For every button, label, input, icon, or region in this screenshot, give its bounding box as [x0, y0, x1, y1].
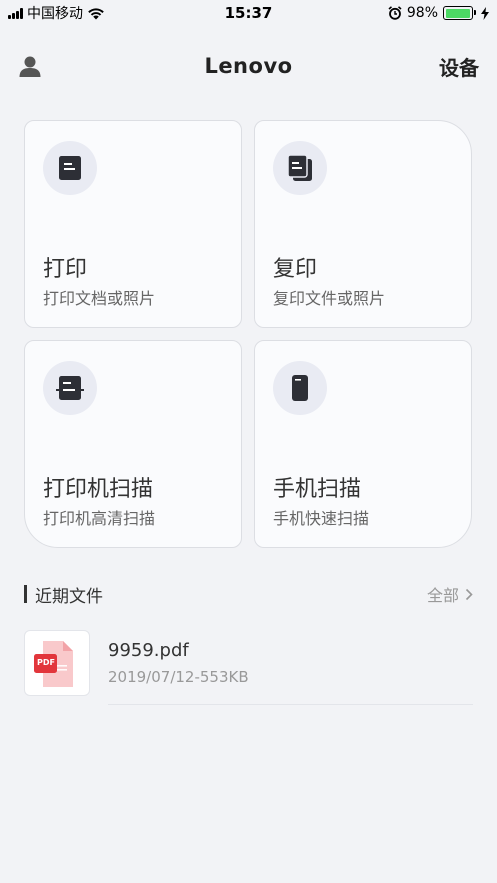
card-copy[interactable]: 复印 复印文件或照片	[254, 120, 472, 328]
card-subtitle: 手机快速扫描	[273, 509, 370, 528]
recent-files-label: 近期文件	[35, 586, 103, 607]
card-printer-scan[interactable]: 打印机扫描 打印机高清扫描	[24, 340, 242, 548]
recent-files-title: 近期文件	[24, 582, 103, 607]
battery-icon	[443, 6, 476, 20]
icon-circle	[273, 361, 327, 415]
icon-circle	[43, 141, 97, 195]
app-title: Lenovo	[204, 54, 293, 78]
status-left: 中国移动	[8, 3, 105, 23]
card-title: 打印	[43, 257, 88, 282]
file-name: 9959.pdf	[108, 640, 189, 661]
function-cards: 打印 打印文档或照片 复印 复印文件或照片 打印机扫描 打印机高清扫描 手机扫描…	[24, 120, 472, 548]
status-bar: 中国移动 15:37 98%	[0, 0, 497, 26]
document-print-icon	[59, 156, 81, 180]
section-accent-bar	[24, 585, 27, 603]
card-title: 手机扫描	[273, 477, 362, 502]
view-all-label: 全部	[426, 586, 459, 605]
copy-icon	[287, 154, 312, 181]
app-header: Lenovo 设备	[0, 44, 497, 88]
card-title: 复印	[273, 257, 318, 282]
card-subtitle: 打印文档或照片	[43, 289, 156, 308]
file-meta: 2019/07/12-553KB	[108, 668, 249, 686]
devices-button[interactable]: 设备	[439, 52, 479, 81]
view-all-button[interactable]: 全部	[427, 582, 473, 606]
card-title: 打印机扫描	[43, 477, 154, 502]
icon-circle	[273, 141, 327, 195]
card-subtitle: 打印机高清扫描	[43, 509, 156, 528]
user-icon[interactable]	[18, 54, 42, 78]
divider	[108, 704, 473, 705]
phone-scan-icon	[292, 375, 308, 401]
icon-circle	[43, 361, 97, 415]
charging-icon	[481, 6, 489, 20]
card-print[interactable]: 打印 打印文档或照片	[24, 120, 242, 328]
signal-icon	[8, 7, 23, 19]
recent-files-header: 近期文件 全部	[24, 582, 473, 607]
file-thumbnail: PDF	[24, 630, 90, 696]
battery-percent: 98%	[406, 5, 438, 21]
card-subtitle: 复印文件或照片	[273, 289, 386, 308]
pdf-badge: PDF	[37, 658, 55, 667]
carrier-label: 中国移动	[27, 6, 83, 22]
alarm-icon	[388, 6, 402, 20]
wifi-icon	[88, 7, 104, 19]
card-phone-scan[interactable]: 手机扫描 手机快速扫描	[254, 340, 472, 548]
chevron-right-icon	[465, 588, 473, 600]
status-right: 98%	[388, 5, 489, 21]
printer-scan-icon	[56, 376, 84, 400]
list-item[interactable]: PDF 9959.pdf 2019/07/12-553KB	[24, 630, 473, 706]
battery-fill	[445, 8, 470, 18]
